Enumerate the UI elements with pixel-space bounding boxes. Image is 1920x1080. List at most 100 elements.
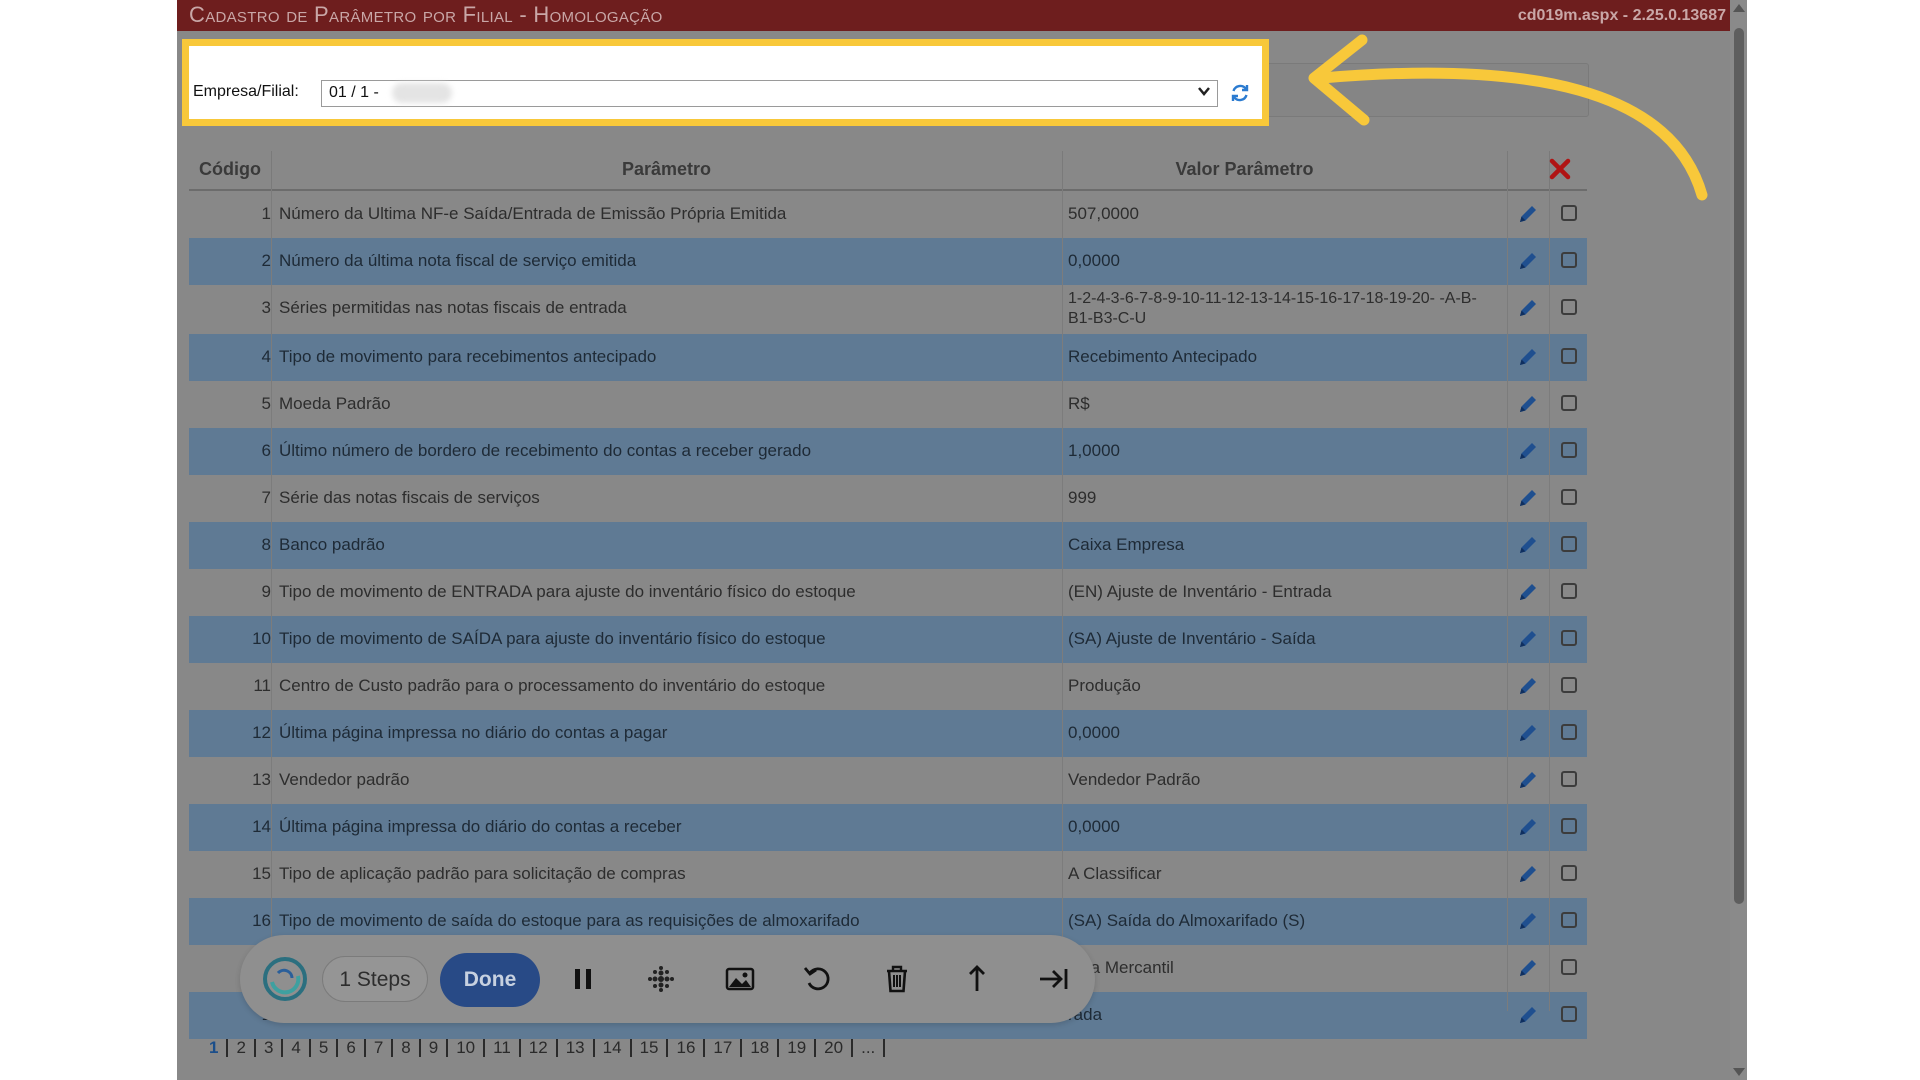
pencil-icon[interactable] <box>1516 486 1540 510</box>
row-checkbox[interactable] <box>1561 1006 1577 1022</box>
done-button[interactable]: Done <box>440 953 540 1007</box>
row-checkbox[interactable] <box>1561 536 1577 552</box>
page-link[interactable]: 20 <box>816 1039 854 1057</box>
header-valor-parametro[interactable]: Valor Parâmetro <box>1062 159 1427 180</box>
trash-icon[interactable] <box>881 963 913 995</box>
empresa-filial-select[interactable]: 01 / 1 - <box>321 80 1218 107</box>
page-link[interactable]: 10 <box>448 1039 486 1057</box>
delete-x-icon[interactable] <box>1548 157 1572 181</box>
row-checkbox[interactable] <box>1561 489 1577 505</box>
blur-icon[interactable] <box>645 963 677 995</box>
cell-param: Tipo de aplicação padrão para solicitaçã… <box>279 864 686 883</box>
row-checkbox[interactable] <box>1561 818 1577 834</box>
row-checkbox[interactable] <box>1561 348 1577 364</box>
row-checkbox[interactable] <box>1561 205 1577 221</box>
table-row[interactable]: 6 Último número de bordero de recebiment… <box>189 428 1587 475</box>
page-link[interactable]: 13 <box>558 1039 595 1057</box>
image-icon[interactable] <box>724 963 756 995</box>
page-link[interactable]: 4 <box>283 1039 311 1057</box>
row-checkbox[interactable] <box>1561 724 1577 740</box>
page-link[interactable]: 8 <box>393 1039 421 1057</box>
table-row[interactable]: 13 Vendedor padrão Vendedor Padrão <box>189 757 1587 804</box>
page-link[interactable]: 18 <box>742 1039 780 1057</box>
header-codigo[interactable]: Código <box>189 159 271 180</box>
table-row[interactable]: 11 Centro de Custo padrão para o process… <box>189 663 1587 710</box>
table-row[interactable]: 1 Número da Ultima NF-e Saída/Entrada de… <box>189 191 1587 238</box>
skip-to-end-icon[interactable] <box>1037 963 1069 995</box>
pencil-icon[interactable] <box>1516 815 1540 839</box>
table-row[interactable]: 10 Tipo de movimento de SAÍDA para ajust… <box>189 616 1587 663</box>
table-row[interactable]: 2 Número da última nota fiscal de serviç… <box>189 238 1587 285</box>
page-link[interactable]: 16 <box>668 1039 706 1057</box>
pencil-icon[interactable] <box>1516 768 1540 792</box>
move-up-icon[interactable] <box>961 963 993 995</box>
cell-code: 2 <box>261 251 271 270</box>
row-checkbox[interactable] <box>1561 442 1577 458</box>
page-link[interactable]: 11 <box>485 1039 521 1057</box>
page-link-more[interactable]: ... <box>853 1039 886 1057</box>
page-link[interactable]: 7 <box>366 1039 394 1057</box>
row-checkbox[interactable] <box>1561 395 1577 411</box>
pencil-icon[interactable] <box>1516 580 1540 604</box>
row-checkbox[interactable] <box>1561 959 1577 975</box>
table-row[interactable]: 4 Tipo de movimento para recebimentos an… <box>189 334 1587 381</box>
pencil-icon[interactable] <box>1516 909 1540 933</box>
pencil-icon[interactable] <box>1516 956 1540 980</box>
table-row[interactable]: 5 Moeda Padrão R$ <box>189 381 1587 428</box>
page-link[interactable]: 12 <box>521 1039 558 1057</box>
table-row[interactable]: 8 Banco padrão Caixa Empresa <box>189 522 1587 569</box>
pencil-icon[interactable] <box>1516 439 1540 463</box>
page-link[interactable]: 14 <box>595 1039 632 1057</box>
cell-valor: 0,0000 <box>1068 817 1120 836</box>
row-checkbox[interactable] <box>1561 583 1577 599</box>
table-row[interactable]: 14 Última página impressa do diário do c… <box>189 804 1587 851</box>
page-link[interactable]: 3 <box>256 1039 284 1057</box>
table-row[interactable]: 15 Tipo de aplicação padrão para solicit… <box>189 851 1587 898</box>
table-row[interactable]: 12 Última página impressa no diário do c… <box>189 710 1587 757</box>
page-link[interactable]: 2 <box>228 1039 256 1057</box>
cell-param: Tipo de movimento de SAÍDA para ajuste d… <box>279 629 826 648</box>
row-checkbox[interactable] <box>1561 865 1577 881</box>
cell-param: Moeda Padrão <box>279 394 391 413</box>
row-checkbox[interactable] <box>1561 299 1577 315</box>
pencil-icon[interactable] <box>1516 533 1540 557</box>
table-row[interactable]: 7 Série das notas fiscais de serviços 99… <box>189 475 1587 522</box>
page-link[interactable]: 6 <box>338 1039 366 1057</box>
pencil-icon[interactable] <box>1516 862 1540 886</box>
page-link[interactable]: 5 <box>311 1039 339 1057</box>
refresh-icon[interactable] <box>1229 82 1251 104</box>
page-link[interactable]: 17 <box>705 1039 743 1057</box>
page-link[interactable]: 19 <box>779 1039 817 1057</box>
pencil-icon[interactable] <box>1516 721 1540 745</box>
page-link[interactable]: 9 <box>421 1039 449 1057</box>
pencil-icon[interactable] <box>1516 296 1540 320</box>
pause-icon[interactable] <box>567 963 599 995</box>
row-checkbox[interactable] <box>1561 677 1577 693</box>
page-link[interactable]: 1 <box>209 1039 229 1057</box>
empresa-filial-label: Empresa/Filial: <box>193 83 299 100</box>
header-parametro[interactable]: Parâmetro <box>271 159 1062 180</box>
pencil-icon[interactable] <box>1516 392 1540 416</box>
cell-valor: A Classificar <box>1068 864 1162 883</box>
table-row[interactable]: 3 Séries permitidas nas notas fiscais de… <box>189 285 1587 334</box>
undo-icon[interactable] <box>802 963 834 995</box>
row-checkbox[interactable] <box>1561 912 1577 928</box>
pencil-icon[interactable] <box>1516 674 1540 698</box>
scroll-down-arrow-icon[interactable] <box>1733 1068 1745 1076</box>
scroll-up-arrow-icon[interactable] <box>1733 4 1745 12</box>
pencil-icon[interactable] <box>1516 627 1540 651</box>
parameter-table: Código Parâmetro Valor Parâmetro 1 Númer… <box>189 151 1587 1039</box>
pencil-icon[interactable] <box>1516 345 1540 369</box>
page-link[interactable]: 15 <box>632 1039 669 1057</box>
row-checkbox[interactable] <box>1561 252 1577 268</box>
cell-code: 5 <box>261 394 271 413</box>
scrollbar-thumb[interactable] <box>1734 28 1744 904</box>
table-row[interactable]: 9 Tipo de movimento de ENTRADA para ajus… <box>189 569 1587 616</box>
row-checkbox[interactable] <box>1561 630 1577 646</box>
vertical-scrollbar[interactable] <box>1730 0 1747 1080</box>
pencil-icon[interactable] <box>1516 1003 1540 1027</box>
pencil-icon[interactable] <box>1516 202 1540 226</box>
steps-counter-button[interactable]: 1 Steps <box>322 956 428 1002</box>
pencil-icon[interactable] <box>1516 249 1540 273</box>
row-checkbox[interactable] <box>1561 771 1577 787</box>
